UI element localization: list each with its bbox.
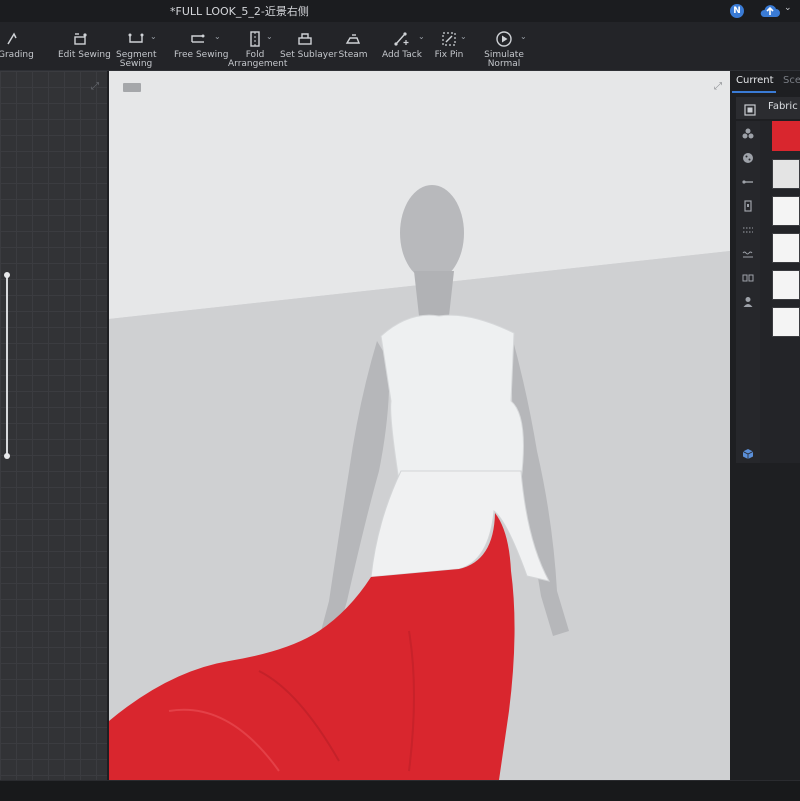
free-sewing-label: Free Sewing xyxy=(174,50,229,60)
fold-arrangement-chevron-icon[interactable]: ⌄ xyxy=(266,32,273,41)
edit-sewing-tool-button[interactable]: Edit Sewing xyxy=(58,30,111,60)
cloud-menu-chevron-icon[interactable]: ⌄ xyxy=(784,3,792,13)
maximize-icon[interactable]: ⤢ xyxy=(91,81,99,92)
set-sublayer-tool-button[interactable]: Set Sublayer xyxy=(280,30,338,60)
toolbar: Grading Edit Sewing ⌄ Segment Sewing ⌄ F… xyxy=(0,22,800,71)
status-bar xyxy=(0,780,800,801)
garment-top xyxy=(380,314,524,482)
fix-pin-label: Fix Pin xyxy=(434,50,464,60)
buttonhole-icon[interactable] xyxy=(742,149,754,163)
add-tack-label: Add Tack xyxy=(382,50,422,60)
steam-label: Steam xyxy=(338,50,368,60)
fold-arrangement-icon xyxy=(228,30,282,48)
steam-tool-button[interactable]: Steam xyxy=(338,30,368,60)
fabric-icon[interactable] xyxy=(744,101,756,116)
grading-tool-label: Grading xyxy=(0,50,34,60)
cloud-upload-icon[interactable] xyxy=(758,3,782,19)
free-sewing-tool-button[interactable]: ⌄ Free Sewing xyxy=(174,30,229,60)
button-icon[interactable] xyxy=(742,125,754,139)
viewport-collapse-button[interactable] xyxy=(123,83,141,92)
steam-icon xyxy=(338,30,368,48)
fabric-swatch[interactable] xyxy=(772,121,800,151)
tape-icon[interactable] xyxy=(742,269,754,282)
add-tack-chevron-icon[interactable]: ⌄ xyxy=(418,32,425,41)
fabric-swatch[interactable] xyxy=(772,307,800,337)
scene-3d xyxy=(109,71,730,780)
fabric-swatch[interactable] xyxy=(772,270,800,300)
active-tab-indicator xyxy=(732,91,776,93)
simulate-tool-button[interactable]: ⌄ Simulate Normal xyxy=(484,30,527,69)
pattern-point[interactable] xyxy=(4,453,10,459)
free-sewing-chevron-icon[interactable]: ⌄ xyxy=(214,32,221,41)
simulate-icon xyxy=(484,30,524,48)
fix-pin-chevron-icon[interactable]: ⌄ xyxy=(460,32,467,41)
set-sublayer-label: Set Sublayer xyxy=(280,50,338,60)
window-title: *FULL LOOK_5_2-近景右侧 xyxy=(170,5,309,18)
maximize-icon[interactable]: ⤢ xyxy=(714,81,722,92)
segment-sewing-label-line2: Sewing xyxy=(119,59,153,69)
fabric-swatch[interactable] xyxy=(772,159,800,189)
pattern-point[interactable] xyxy=(4,272,10,278)
puckering-icon[interactable] xyxy=(742,245,754,258)
zipper-icon[interactable] xyxy=(742,197,754,212)
fabric-section-label: Fabric xyxy=(768,101,798,112)
cube-icon[interactable] xyxy=(742,445,754,459)
fabric-swatch[interactable] xyxy=(772,233,800,263)
user-avatar[interactable]: N xyxy=(730,4,744,18)
fix-pin-tool-button[interactable]: ⌄ Fix Pin xyxy=(432,30,467,60)
add-tack-tool-button[interactable]: ⌄ Add Tack xyxy=(382,30,425,60)
topstitch-icon[interactable] xyxy=(742,221,754,233)
edit-sewing-icon xyxy=(58,30,104,48)
pattern-2d-window[interactable]: ⤢ xyxy=(0,71,107,780)
grading-icon xyxy=(0,30,32,48)
set-sublayer-icon xyxy=(280,30,330,48)
simulate-label-line2: Normal xyxy=(487,59,521,69)
grading-tool-button[interactable]: Grading xyxy=(0,30,34,60)
object-browser-panel: Current Scen Fabric xyxy=(732,71,800,780)
tab-scene[interactable]: Scen xyxy=(783,75,800,86)
segment-sewing-tool-button[interactable]: ⌄ Segment Sewing xyxy=(116,30,157,69)
garment-peplum xyxy=(370,470,550,582)
object-type-sidebar xyxy=(736,121,760,463)
simulate-chevron-icon[interactable]: ⌄ xyxy=(520,32,527,41)
fold-arrangement-label-line2: Arrangement xyxy=(228,59,288,69)
snap-line-icon[interactable] xyxy=(742,173,754,185)
tab-current[interactable]: Current xyxy=(736,75,774,86)
fabric-swatch[interactable] xyxy=(772,196,800,226)
edit-sewing-tool-label: Edit Sewing xyxy=(58,50,111,60)
segment-sewing-chevron-icon[interactable]: ⌄ xyxy=(150,32,157,41)
title-bar: *FULL LOOK_5_2-近景右侧 N ⌄ xyxy=(0,0,800,22)
pattern-piece-edge[interactable] xyxy=(6,275,8,457)
fold-arrangement-tool-button[interactable]: ⌄ Fold Arrangement xyxy=(228,30,288,69)
viewport-3d[interactable]: ⤢ xyxy=(109,71,730,780)
avatar-icon[interactable] xyxy=(742,293,754,307)
add-tack-icon xyxy=(382,30,420,48)
